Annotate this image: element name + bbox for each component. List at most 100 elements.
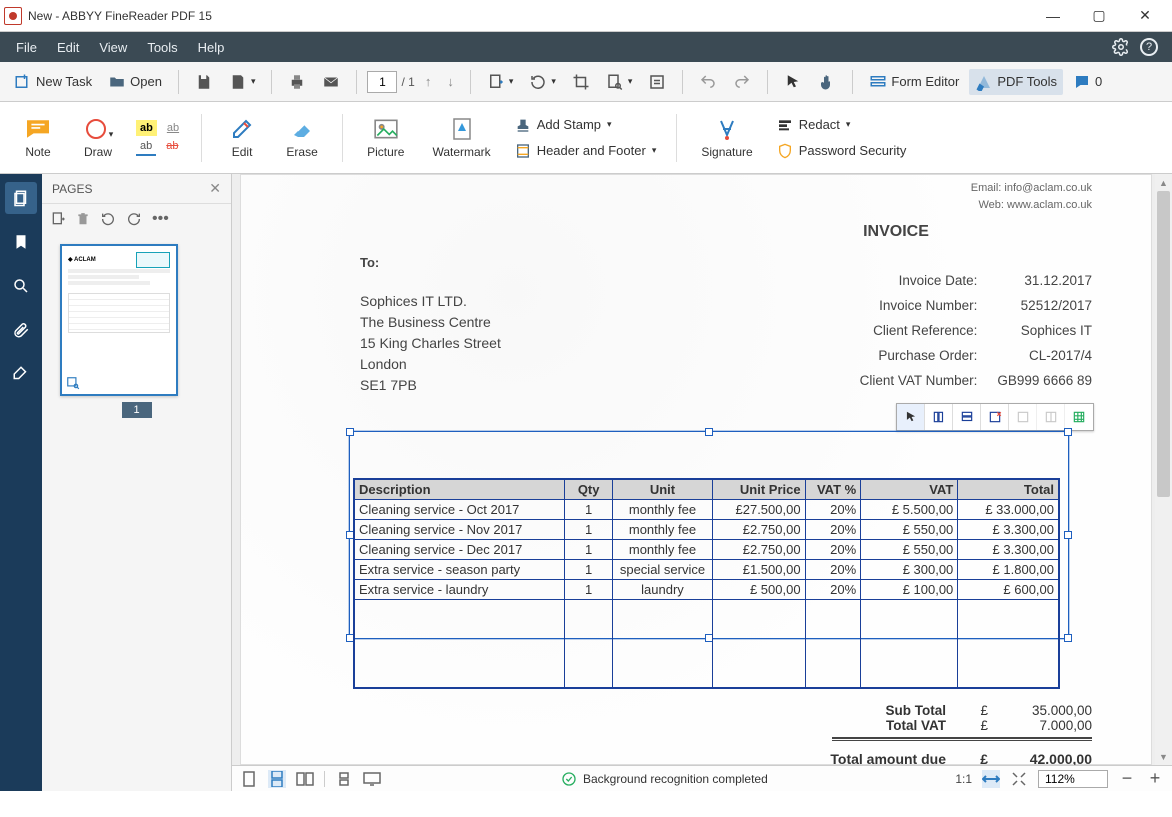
zoom-in-button[interactable]: +	[1146, 770, 1164, 788]
down-arrow-icon: ↓	[447, 74, 454, 89]
crop-icon	[572, 73, 590, 91]
presentation-view[interactable]	[363, 770, 381, 788]
pen-rail-button[interactable]	[5, 358, 37, 390]
add-stamp-tool[interactable]: Add Stamp ▾	[509, 113, 663, 137]
password-label: Password Security	[799, 143, 907, 158]
addr-line: Sophices IT LTD.	[360, 291, 501, 312]
page-number-input[interactable]	[367, 71, 397, 93]
pdf-tools-button[interactable]: PDF Tools	[969, 69, 1063, 95]
help-icon[interactable]: ?	[1140, 38, 1158, 56]
bookmarks-rail-button[interactable]	[5, 226, 37, 258]
save-as-button[interactable]: ▾	[223, 69, 262, 95]
merge-cells-tool[interactable]	[1009, 404, 1037, 430]
vertical-scrollbar[interactable]: ▲ ▼	[1155, 174, 1172, 765]
search-page-button[interactable]: ▾	[600, 69, 639, 95]
comments-button[interactable]: 0	[1067, 69, 1108, 95]
prev-page-button[interactable]: ↑	[419, 70, 438, 93]
delete-cell-tool[interactable]	[981, 404, 1009, 430]
header-footer-tool[interactable]: Header and Footer ▾	[509, 139, 663, 163]
password-tool[interactable]: Password Security	[771, 139, 913, 163]
form-editor-button[interactable]: Form Editor	[863, 69, 965, 95]
print-button[interactable]	[282, 69, 312, 95]
menu-file[interactable]: File	[6, 36, 47, 59]
menu-edit[interactable]: Edit	[47, 36, 89, 59]
new-task-button[interactable]: New Task	[8, 69, 98, 95]
cell-desc: Cleaning service - Dec 2017	[354, 540, 564, 560]
minimize-button[interactable]: —	[1030, 0, 1076, 32]
highlight-yellow-tool[interactable]: ab	[136, 120, 157, 136]
table-row: Cleaning service - Nov 2017 1 monthly fe…	[354, 520, 1059, 540]
pointer-tool[interactable]	[778, 69, 808, 95]
table-pointer-tool[interactable]	[897, 404, 925, 430]
open-button[interactable]: Open	[102, 69, 168, 95]
strikethrough-tool[interactable]: ab	[162, 138, 182, 156]
pages-rail-button[interactable]	[5, 182, 37, 214]
shield-icon	[777, 143, 793, 159]
signature-icon	[715, 117, 739, 141]
redact-tool[interactable]: Redact ▾	[771, 113, 913, 137]
search-rail-button[interactable]	[5, 270, 37, 302]
zoom-out-button[interactable]: −	[1118, 770, 1136, 788]
note-tool[interactable]: Note	[12, 106, 64, 170]
add-row-tool[interactable]	[953, 404, 981, 430]
maximize-button[interactable]: ▢	[1076, 0, 1122, 32]
save-button[interactable]	[189, 69, 219, 95]
redo-button[interactable]	[727, 69, 757, 95]
pages-panel-toolbar: •••	[42, 204, 231, 234]
ocr-button[interactable]	[642, 69, 672, 95]
redact-label: Redact	[799, 117, 840, 132]
hand-tool[interactable]	[812, 69, 842, 95]
more-page-tools[interactable]: •••	[152, 210, 169, 228]
single-page-view[interactable]	[240, 770, 258, 788]
save-as-icon	[229, 73, 247, 91]
underline-tool[interactable]: ab	[163, 120, 183, 136]
delete-page-icon[interactable]	[76, 211, 90, 227]
two-page-view[interactable]	[296, 770, 314, 788]
rotate-button[interactable]: ▾	[523, 69, 562, 95]
email-button[interactable]	[316, 69, 346, 95]
fit-width-toggle[interactable]	[982, 770, 1000, 788]
subtotal-value: 35.000,00	[1012, 703, 1092, 718]
scroll-up-arrow[interactable]: ▲	[1155, 174, 1172, 191]
add-page-small-icon[interactable]	[50, 211, 66, 227]
zoom-select[interactable]: 112%	[1038, 770, 1108, 788]
addr-line: 15 King Charles Street	[360, 333, 501, 354]
rotate-right-icon[interactable]	[126, 211, 142, 227]
zoom-ratio[interactable]: 1:1	[955, 772, 972, 786]
fit-page-toggle[interactable]	[1010, 770, 1028, 788]
underline-blue-tool[interactable]: ab	[136, 138, 156, 156]
split-cells-tool[interactable]	[1037, 404, 1065, 430]
menu-help[interactable]: Help	[188, 36, 235, 59]
undo-button[interactable]	[693, 69, 723, 95]
continuous-view[interactable]	[268, 770, 286, 788]
pages-panel-close[interactable]: ✕	[209, 180, 221, 197]
rotate-left-icon[interactable]	[100, 211, 116, 227]
erase-tool[interactable]: Erase	[276, 106, 328, 170]
attachments-rail-button[interactable]	[5, 314, 37, 346]
invoice-table[interactable]: Description Qty Unit Unit Price VAT % VA…	[353, 478, 1060, 689]
cell-qty: 1	[564, 500, 613, 520]
next-page-button[interactable]: ↓	[441, 70, 460, 93]
cell-vatp: 20%	[805, 560, 861, 580]
table-green-tool[interactable]	[1065, 404, 1093, 430]
scroll-thumb[interactable]	[1157, 191, 1170, 497]
watermark-tool[interactable]: Watermark	[422, 106, 500, 170]
document-page[interactable]: Email: info@aclam.co.uk Web: www.aclam.c…	[240, 174, 1152, 765]
add-col-left-tool[interactable]	[925, 404, 953, 430]
signature-tool[interactable]: Signature	[691, 106, 762, 170]
draw-tool[interactable]: ▾ Draw	[72, 106, 124, 170]
cell-vatp: 20%	[805, 520, 861, 540]
edit-tool[interactable]: Edit	[216, 106, 268, 170]
page-thumbnail[interactable]: ◆ ACLAM	[60, 244, 178, 396]
picture-tool[interactable]: Picture	[357, 106, 414, 170]
menu-tools[interactable]: Tools	[137, 36, 187, 59]
crop-button[interactable]	[566, 69, 596, 95]
thumb-ocr-icon	[66, 376, 80, 390]
scroll-down-arrow[interactable]: ▼	[1155, 748, 1172, 765]
add-pages-button[interactable]: ▾	[481, 69, 520, 95]
close-button[interactable]: ✕	[1122, 0, 1168, 32]
fit-width-view[interactable]	[335, 770, 353, 788]
settings-icon[interactable]	[1112, 38, 1130, 56]
menu-view[interactable]: View	[89, 36, 137, 59]
cell-total: £ 3.300,00	[958, 540, 1059, 560]
